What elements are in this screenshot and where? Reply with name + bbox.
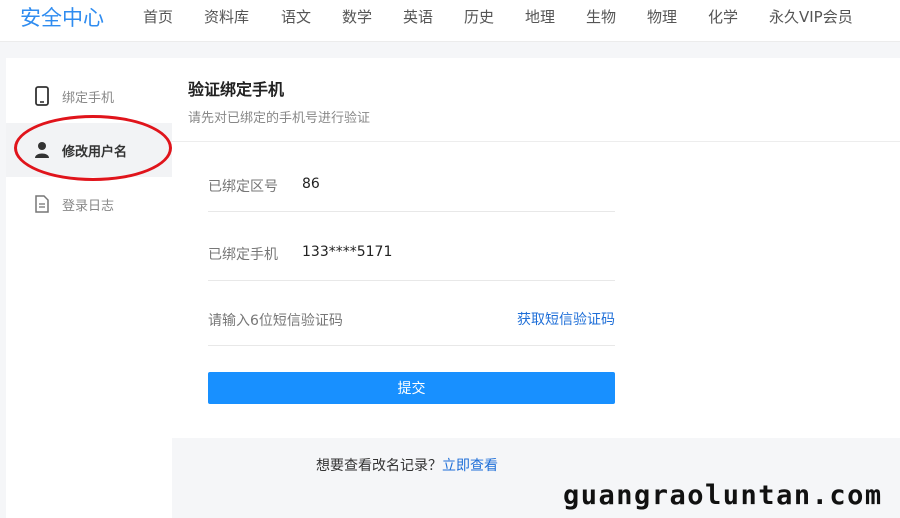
top-navbar: 安全中心 首页 资料库 语文 数学 英语 历史 地理 生物 物理 化学 永久VI…: [0, 0, 900, 42]
submit-button[interactable]: 提交: [208, 372, 615, 404]
sidebar-item-login-log[interactable]: 登录日志: [6, 177, 172, 231]
main-nav: 首页 资料库 语文 数学 英语 历史 地理 生物 物理 化学 永久VIP会员: [143, 6, 853, 28]
nav-item-geography[interactable]: 地理: [525, 6, 586, 28]
watermark-text: guangraoluntan.com: [563, 480, 883, 511]
get-sms-code-link[interactable]: 获取短信验证码: [517, 309, 615, 329]
area-code-row: 已绑定区号 86: [208, 164, 615, 212]
main-panel: 验证绑定手机 请先对已绑定的手机号进行验证 已绑定区号 86 已绑定手机 133…: [172, 58, 900, 438]
page-subtitle: 请先对已绑定的手机号进行验证: [188, 111, 371, 126]
sidebar-item-bind-phone[interactable]: 绑定手机: [6, 69, 172, 123]
sidebar-item-label: 绑定手机: [62, 90, 115, 106]
sms-code-row[interactable]: 请输入6位短信验证码 获取短信验证码: [208, 298, 615, 346]
sidebar-item-label: 修改用户名: [62, 144, 128, 160]
brand-title[interactable]: 安全中心: [20, 4, 104, 32]
rename-history-prompt: 想要查看改名记录？立即查看: [316, 455, 498, 475]
page-title: 验证绑定手机: [188, 80, 285, 99]
user-icon: [34, 140, 50, 160]
view-now-link[interactable]: 立即查看: [442, 458, 498, 474]
nav-item-chemistry[interactable]: 化学: [708, 6, 769, 28]
sidebar-item-change-username[interactable]: 修改用户名: [6, 123, 172, 177]
nav-item-physics[interactable]: 物理: [647, 6, 708, 28]
area-code-value: 86: [302, 176, 320, 192]
nav-item-history[interactable]: 历史: [464, 6, 525, 28]
nav-item-chinese[interactable]: 语文: [281, 6, 342, 28]
phone-icon: [34, 86, 50, 106]
rename-history-question: 想要查看改名记录？: [316, 458, 442, 474]
nav-item-home[interactable]: 首页: [143, 6, 204, 28]
sms-code-input[interactable]: 请输入6位短信验证码: [208, 310, 343, 330]
document-icon: [34, 194, 50, 214]
nav-item-math[interactable]: 数学: [342, 6, 403, 28]
nav-item-library[interactable]: 资料库: [204, 6, 281, 28]
nav-item-vip[interactable]: 永久VIP会员: [769, 6, 853, 28]
sidebar-item-label: 登录日志: [62, 198, 115, 214]
area-code-label: 已绑定区号: [208, 179, 278, 195]
panel-header: 验证绑定手机 请先对已绑定的手机号进行验证: [172, 58, 900, 142]
phone-label: 已绑定手机: [208, 247, 278, 263]
nav-item-english[interactable]: 英语: [403, 6, 464, 28]
phone-value: 133****5171: [302, 244, 393, 260]
phone-row: 已绑定手机 133****5171: [208, 232, 615, 281]
nav-item-biology[interactable]: 生物: [586, 6, 647, 28]
sidebar: 绑定手机 修改用户名 登录日志: [6, 58, 172, 518]
